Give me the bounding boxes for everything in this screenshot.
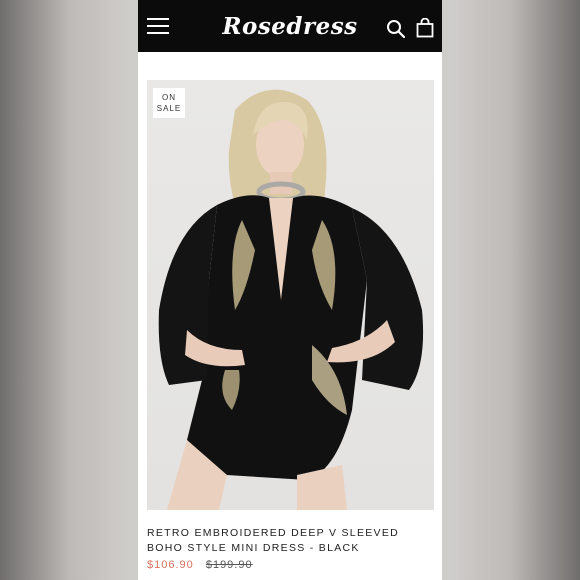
product-page: Rosedress ON SALE RETRO EMBROIDERED DEEP… bbox=[138, 0, 442, 580]
model-photo bbox=[158, 89, 424, 510]
on-sale-badge: ON SALE bbox=[153, 88, 185, 118]
product-image[interactable]: ON SALE bbox=[147, 80, 434, 510]
top-navbar: Rosedress bbox=[138, 0, 442, 52]
product-title[interactable]: RETRO EMBROIDERED DEEP V SLEEVED BOHO ST… bbox=[147, 526, 437, 556]
price-row: $106.90 $199.90 bbox=[147, 559, 253, 571]
original-price: $199.90 bbox=[205, 559, 253, 571]
sale-price: $106.90 bbox=[147, 559, 194, 571]
search-icon[interactable] bbox=[386, 19, 406, 39]
shopping-bag-icon[interactable] bbox=[416, 18, 434, 38]
